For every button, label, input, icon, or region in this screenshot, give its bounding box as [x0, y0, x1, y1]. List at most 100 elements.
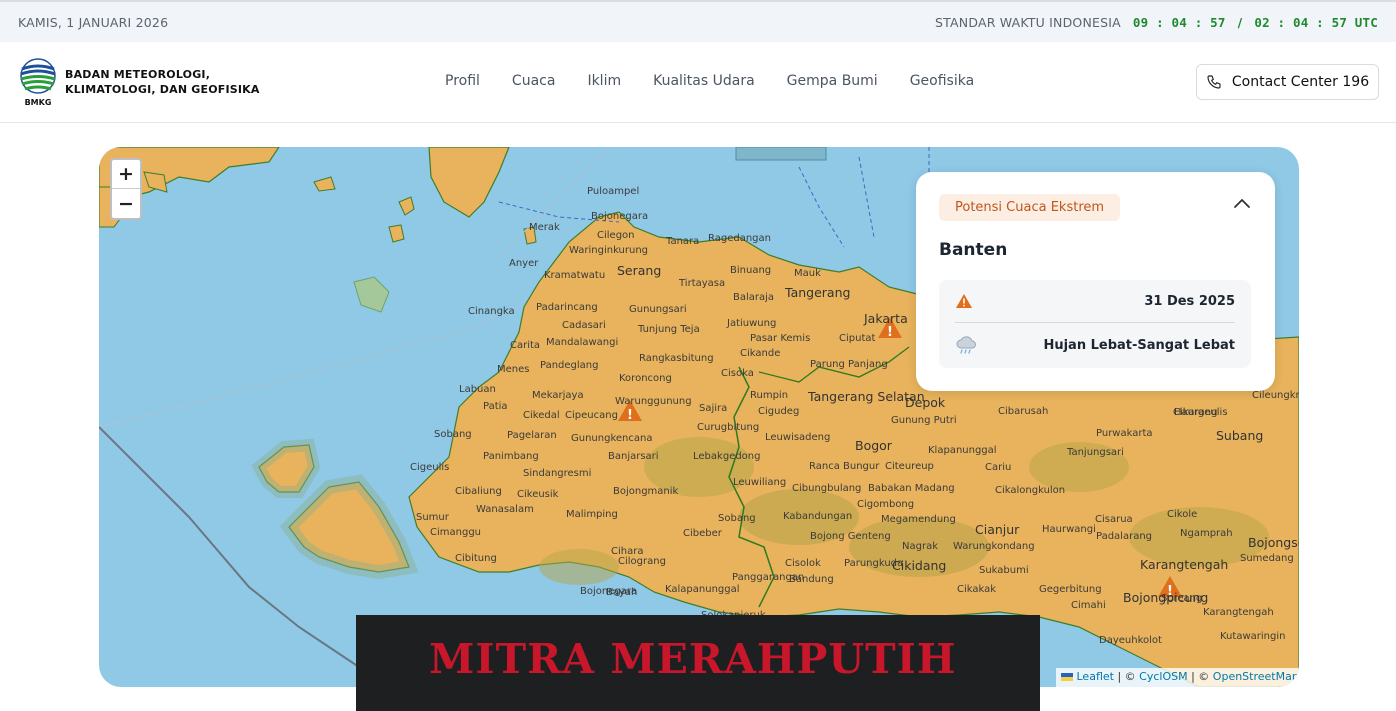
map-label: Cipeucang: [565, 410, 618, 421]
map-label: Koroncong: [619, 373, 672, 384]
map-label: Pasar Kemis: [750, 333, 811, 344]
map-label: Pagelaran: [507, 430, 557, 441]
map-label: Leuwisadeng: [765, 432, 831, 443]
map-label: Padalarang: [1096, 531, 1153, 542]
watermark-text: MITRA MERAHPUTIH: [429, 635, 957, 683]
menu-item-cuaca[interactable]: Cuaca: [512, 73, 556, 89]
map-label: Cibeber: [683, 528, 722, 539]
zoom-control: + −: [110, 158, 142, 220]
zoom-in-button[interactable]: +: [112, 160, 140, 189]
contact-center-label: Contact Center 196: [1231, 74, 1370, 90]
leaflet-link[interactable]: Leaflet: [1077, 670, 1114, 683]
map-label: Sindangresmi: [523, 468, 592, 479]
map-label: Ragedangan: [708, 233, 771, 244]
map-label: Cikole: [1167, 509, 1198, 520]
map-label: Cileungkrang: [1252, 390, 1299, 401]
map-label: Cilegon: [597, 230, 635, 241]
map-label: Pandeglang: [540, 360, 599, 371]
menu-item-kualitas-udara[interactable]: Kualitas Udara: [653, 73, 755, 89]
map-label: Wanasalam: [476, 504, 534, 515]
map-label: Tunjung Teja: [638, 324, 700, 335]
map-label: Soreang: [1161, 593, 1203, 604]
map-label: Kalapanunggal: [665, 584, 740, 595]
map-label: Tanjungsari: [1067, 447, 1124, 458]
zoom-out-button[interactable]: −: [112, 189, 140, 218]
map-label: Binuang: [730, 265, 772, 276]
map-label: Karangtengah: [1140, 557, 1229, 572]
map-label: Anyer: [509, 258, 539, 269]
cyclosm-link[interactable]: CyclOSM: [1139, 670, 1187, 683]
map-label: Bojongmanik: [613, 486, 679, 497]
map-label: Cadasari: [562, 320, 606, 331]
map-label: Bojong Genteng: [810, 531, 891, 542]
watermark-banner: MITRA MERAHPUTIH: [356, 615, 1040, 711]
map-label: Cikakak: [957, 584, 997, 595]
map-label: Parung Panjang: [810, 359, 888, 370]
map-label: Cinangka: [468, 306, 515, 317]
main-header: BMKG BADAN METEOROLOGI, KLIMATOLOGI, DAN…: [0, 42, 1396, 123]
map-label: Cibungbulang: [792, 483, 862, 494]
extreme-weather-badge: Potensi Cuaca Ekstrem: [939, 194, 1121, 221]
map-label: Dayeuhkolot: [1099, 635, 1162, 646]
map-label: Bojonegara: [591, 211, 649, 222]
map-label: Mauk: [794, 268, 821, 279]
map-label: Gunungsari: [629, 304, 687, 315]
map-label: Kramatwatu: [544, 270, 606, 281]
map-label: Sajira: [699, 403, 728, 414]
map-label: Rumpin: [750, 390, 789, 401]
menu-item-gempa-bumi[interactable]: Gempa Bumi: [787, 73, 878, 89]
map-label: Puloampel: [587, 186, 640, 197]
org-name-line1: BADAN METEOROLOGI,: [65, 68, 211, 81]
menu-item-profil[interactable]: Profil: [445, 73, 480, 89]
map-label: Gunungkencana: [571, 433, 653, 444]
map-label: Labuan: [459, 384, 496, 395]
map-label: Sumur: [416, 512, 449, 523]
map-label: Ranca Bungur: [809, 461, 880, 472]
time-separator: /: [1237, 14, 1243, 30]
map-label: Megamendung: [881, 514, 956, 525]
map-label: Cigeulis: [410, 462, 450, 473]
map-label: Sukabumi: [979, 565, 1029, 576]
map-label: Cisarua: [1095, 514, 1133, 525]
map-label: Nagrak: [902, 541, 938, 552]
attribution-sep: | ©: [1113, 670, 1140, 683]
svg-text:!: !: [887, 325, 893, 340]
phone-icon: [1207, 75, 1221, 89]
local-time: 09 : 04 : 57: [1132, 14, 1226, 30]
map-label: Lebakgedong: [693, 451, 761, 462]
map-label: Depok: [905, 395, 946, 410]
map-label: Jakarta: [864, 311, 908, 326]
map-label: Padarincang: [536, 302, 598, 313]
map-label: Rangkasbitung: [639, 353, 714, 364]
warning-date: 31 Des 2025: [1144, 293, 1235, 309]
time-standard-label: STANDAR WAKTU INDONESIA: [935, 14, 1121, 30]
map-label: Tirtayasa: [679, 278, 726, 289]
region-name: Banten: [939, 240, 1008, 260]
warning-weather: Hujan Lebat-Sangat Lebat: [1043, 338, 1235, 353]
map-label: Cikedal: [523, 410, 560, 421]
map-label: Cigombong: [857, 499, 915, 510]
map-label: Bayah: [606, 587, 638, 598]
map-label: Cikande: [740, 348, 781, 359]
map-label: Leuwiliang: [733, 477, 787, 488]
map-label: Tanara: [666, 236, 700, 247]
bmkg-logo-icon[interactable]: BMKG: [19, 57, 57, 107]
org-name-line2: KLIMATOLOGI, DAN GEOFISIKA: [65, 83, 260, 96]
rain-cloud-icon: [956, 335, 976, 354]
utc-time: 02 : 04 : 57 UTC: [1254, 14, 1378, 30]
flag-icon: [1061, 673, 1073, 681]
main-menu: Profil Cuaca Iklim Kualitas Udara Gempa …: [445, 73, 974, 89]
map-label: Sobang: [718, 513, 756, 524]
menu-item-iklim[interactable]: Iklim: [587, 73, 621, 89]
contact-center-button[interactable]: Contact Center 196: [1196, 64, 1379, 100]
chevron-up-icon[interactable]: [1233, 197, 1251, 209]
map-label: Bojongsoang: [1248, 535, 1299, 550]
map-label: Kabandungan: [783, 511, 853, 522]
map-label: Ciputat: [839, 333, 876, 344]
map-label: Bogor: [855, 438, 892, 453]
attribution-sep: | ©: [1187, 670, 1213, 683]
menu-item-geofisika[interactable]: Geofisika: [910, 73, 974, 89]
map-label: Warungkondang: [953, 541, 1035, 552]
current-date: KAMIS, 1 JANUARI 2026: [18, 14, 169, 30]
openstreetmap-link[interactable]: OpenStreetMap': [1213, 670, 1299, 683]
